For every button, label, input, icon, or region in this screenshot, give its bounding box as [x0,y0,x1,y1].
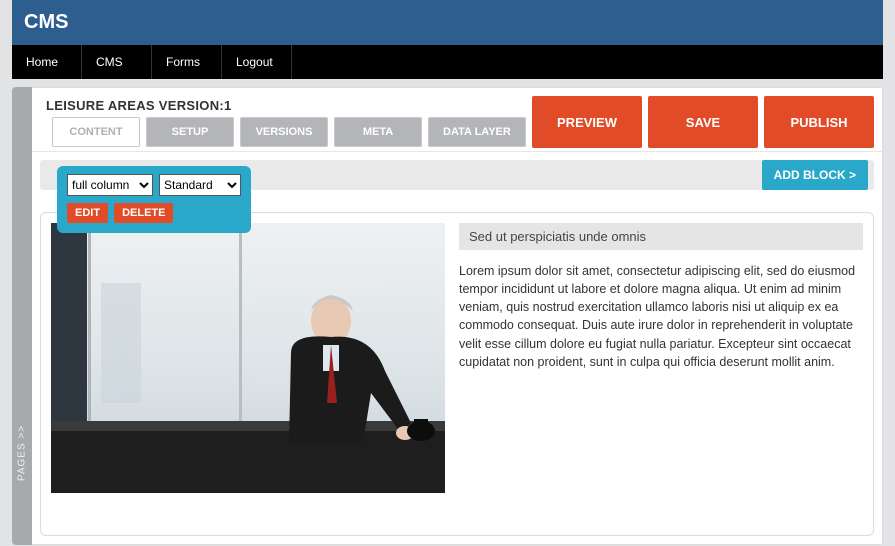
preview-button[interactable]: PREVIEW [532,96,642,148]
tab-meta[interactable]: META [334,117,422,147]
content-block: Sed ut perspiciatis unde omnis Lorem ips… [40,212,874,536]
publish-button[interactable]: PUBLISH [764,96,874,148]
tab-versions[interactable]: VERSIONS [240,117,328,147]
pages-sidebar-toggle[interactable]: PAGES >> [12,87,32,545]
block-controls: full column Standard EDIT DELETE [57,166,251,233]
tab-content[interactable]: CONTENT [52,117,140,147]
delete-block-button[interactable]: DELETE [114,203,173,223]
add-block-button[interactable]: ADD BLOCK > [762,160,868,190]
save-button[interactable]: SAVE [648,96,758,148]
tab-datalayer[interactable]: DATA LAYER [428,117,526,147]
nav-home[interactable]: Home [12,45,82,79]
block-body-text: Lorem ipsum dolor sit amet, consectetur … [459,262,863,371]
nav-forms[interactable]: Forms [152,45,222,79]
tab-setup[interactable]: SETUP [146,117,234,147]
block-image [51,223,445,493]
content-tabs: CONTENT SETUP VERSIONS META DATA LAYER [52,117,526,147]
page-title: LEISURE AREAS VERSION:1 [46,96,532,113]
layout-select[interactable]: full column [67,174,153,196]
content-area: LEISURE AREAS VERSION:1 PREVIEW SAVE PUB… [32,87,883,545]
block-subheading: Sed ut perspiciatis unde omnis [459,223,863,250]
app-header: CMS [12,0,883,45]
pages-sidebar-label: PAGES >> [17,425,28,481]
nav-logout[interactable]: Logout [222,45,292,79]
nav-cms[interactable]: CMS [82,45,152,79]
edit-block-button[interactable]: EDIT [67,203,108,223]
app-title: CMS [24,11,68,34]
style-select[interactable]: Standard [159,174,241,196]
main-nav: Home CMS Forms Logout [12,45,883,79]
